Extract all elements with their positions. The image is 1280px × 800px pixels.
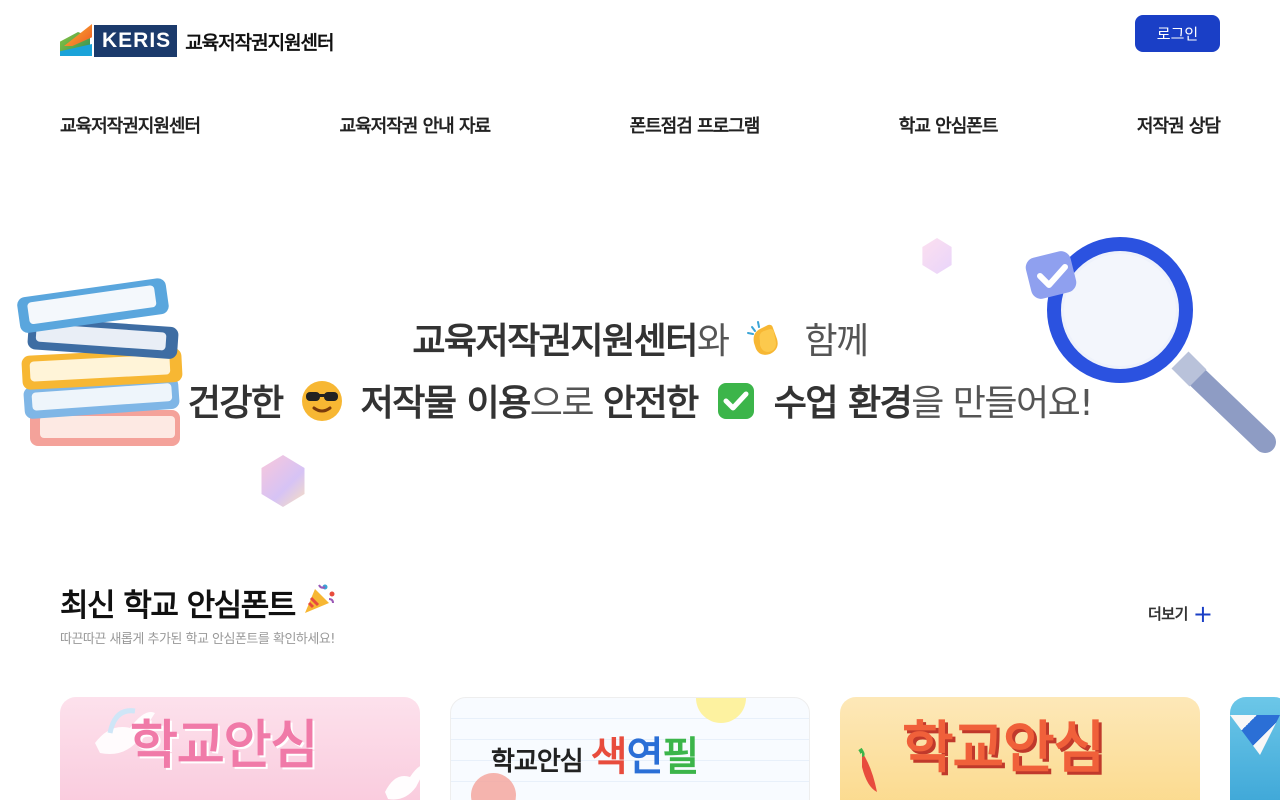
sunglasses-face-icon bbox=[301, 380, 343, 431]
font-card-4-partial[interactable] bbox=[1230, 697, 1280, 800]
keris-logo[interactable]: KERIS 교육저작권지원센터 bbox=[60, 20, 335, 58]
section-subtitle: 따끈따끈 새롭게 추가된 학교 안심폰트를 확인하세요! bbox=[60, 632, 336, 647]
party-popper-icon bbox=[301, 581, 337, 625]
hero-line-2: 건강한 저작물 이용으로 안전한 수업 환경을 만들어요! bbox=[0, 374, 1280, 431]
chili-pepper-icon bbox=[858, 747, 877, 792]
nav-item-safe-fonts[interactable]: 학교 안심폰트 bbox=[899, 112, 999, 138]
font-card-2[interactable]: 학교안심 색연필 bbox=[450, 697, 810, 800]
keris-logo-mark-icon bbox=[60, 22, 92, 56]
nav-item-guide-materials[interactable]: 교육저작권 안내 자료 bbox=[340, 112, 492, 138]
plus-icon: + bbox=[1192, 599, 1213, 628]
font-card-3-title: 학교안심 bbox=[902, 716, 1105, 781]
login-button[interactable]: 로그인 bbox=[1135, 15, 1220, 52]
clapping-hands-icon bbox=[746, 319, 786, 368]
dove-small-icon bbox=[385, 766, 420, 800]
nav-item-consultation[interactable]: 저작권 상담 bbox=[1137, 112, 1221, 138]
hero-banner: 교육저작권지원센터와 함께 건강한 저작물 이용으로 안전한 수업 환경을 만들… bbox=[0, 220, 1280, 540]
logo-site-name: 교육저작권지원센터 bbox=[185, 31, 334, 54]
nav-item-font-check[interactable]: 폰트점검 프로그램 bbox=[630, 112, 761, 138]
font-card-1-title: 학교안심 bbox=[130, 716, 318, 776]
site-header: KERIS 교육저작권지원센터 로그인 bbox=[0, 0, 1280, 80]
check-mark-button-icon bbox=[716, 381, 756, 430]
main-nav: 교육저작권지원센터 교육저작권 안내 자료 폰트점검 프로그램 학교 안심폰트 … bbox=[60, 111, 1221, 139]
more-button[interactable]: 더보기 + bbox=[1148, 599, 1213, 628]
hero-center-name: 교육저작권지원센터 bbox=[412, 321, 698, 362]
font-card-3[interactable]: 학교안심 bbox=[840, 697, 1200, 800]
logo-keris-text: KERIS bbox=[94, 24, 178, 57]
section-title: 최신 학교 안심폰트 bbox=[60, 580, 345, 625]
bunting-flags-icon bbox=[1230, 715, 1280, 755]
font-card-2-title: 학교안심 색연필 bbox=[491, 734, 699, 780]
hero-line-1: 교육저작권지원센터와 함께 bbox=[0, 312, 1280, 368]
sun-decoration-icon bbox=[696, 698, 746, 723]
font-card-1[interactable]: 학교안심 bbox=[60, 697, 420, 800]
nav-item-center[interactable]: 교육저작권지원센터 bbox=[60, 112, 201, 138]
